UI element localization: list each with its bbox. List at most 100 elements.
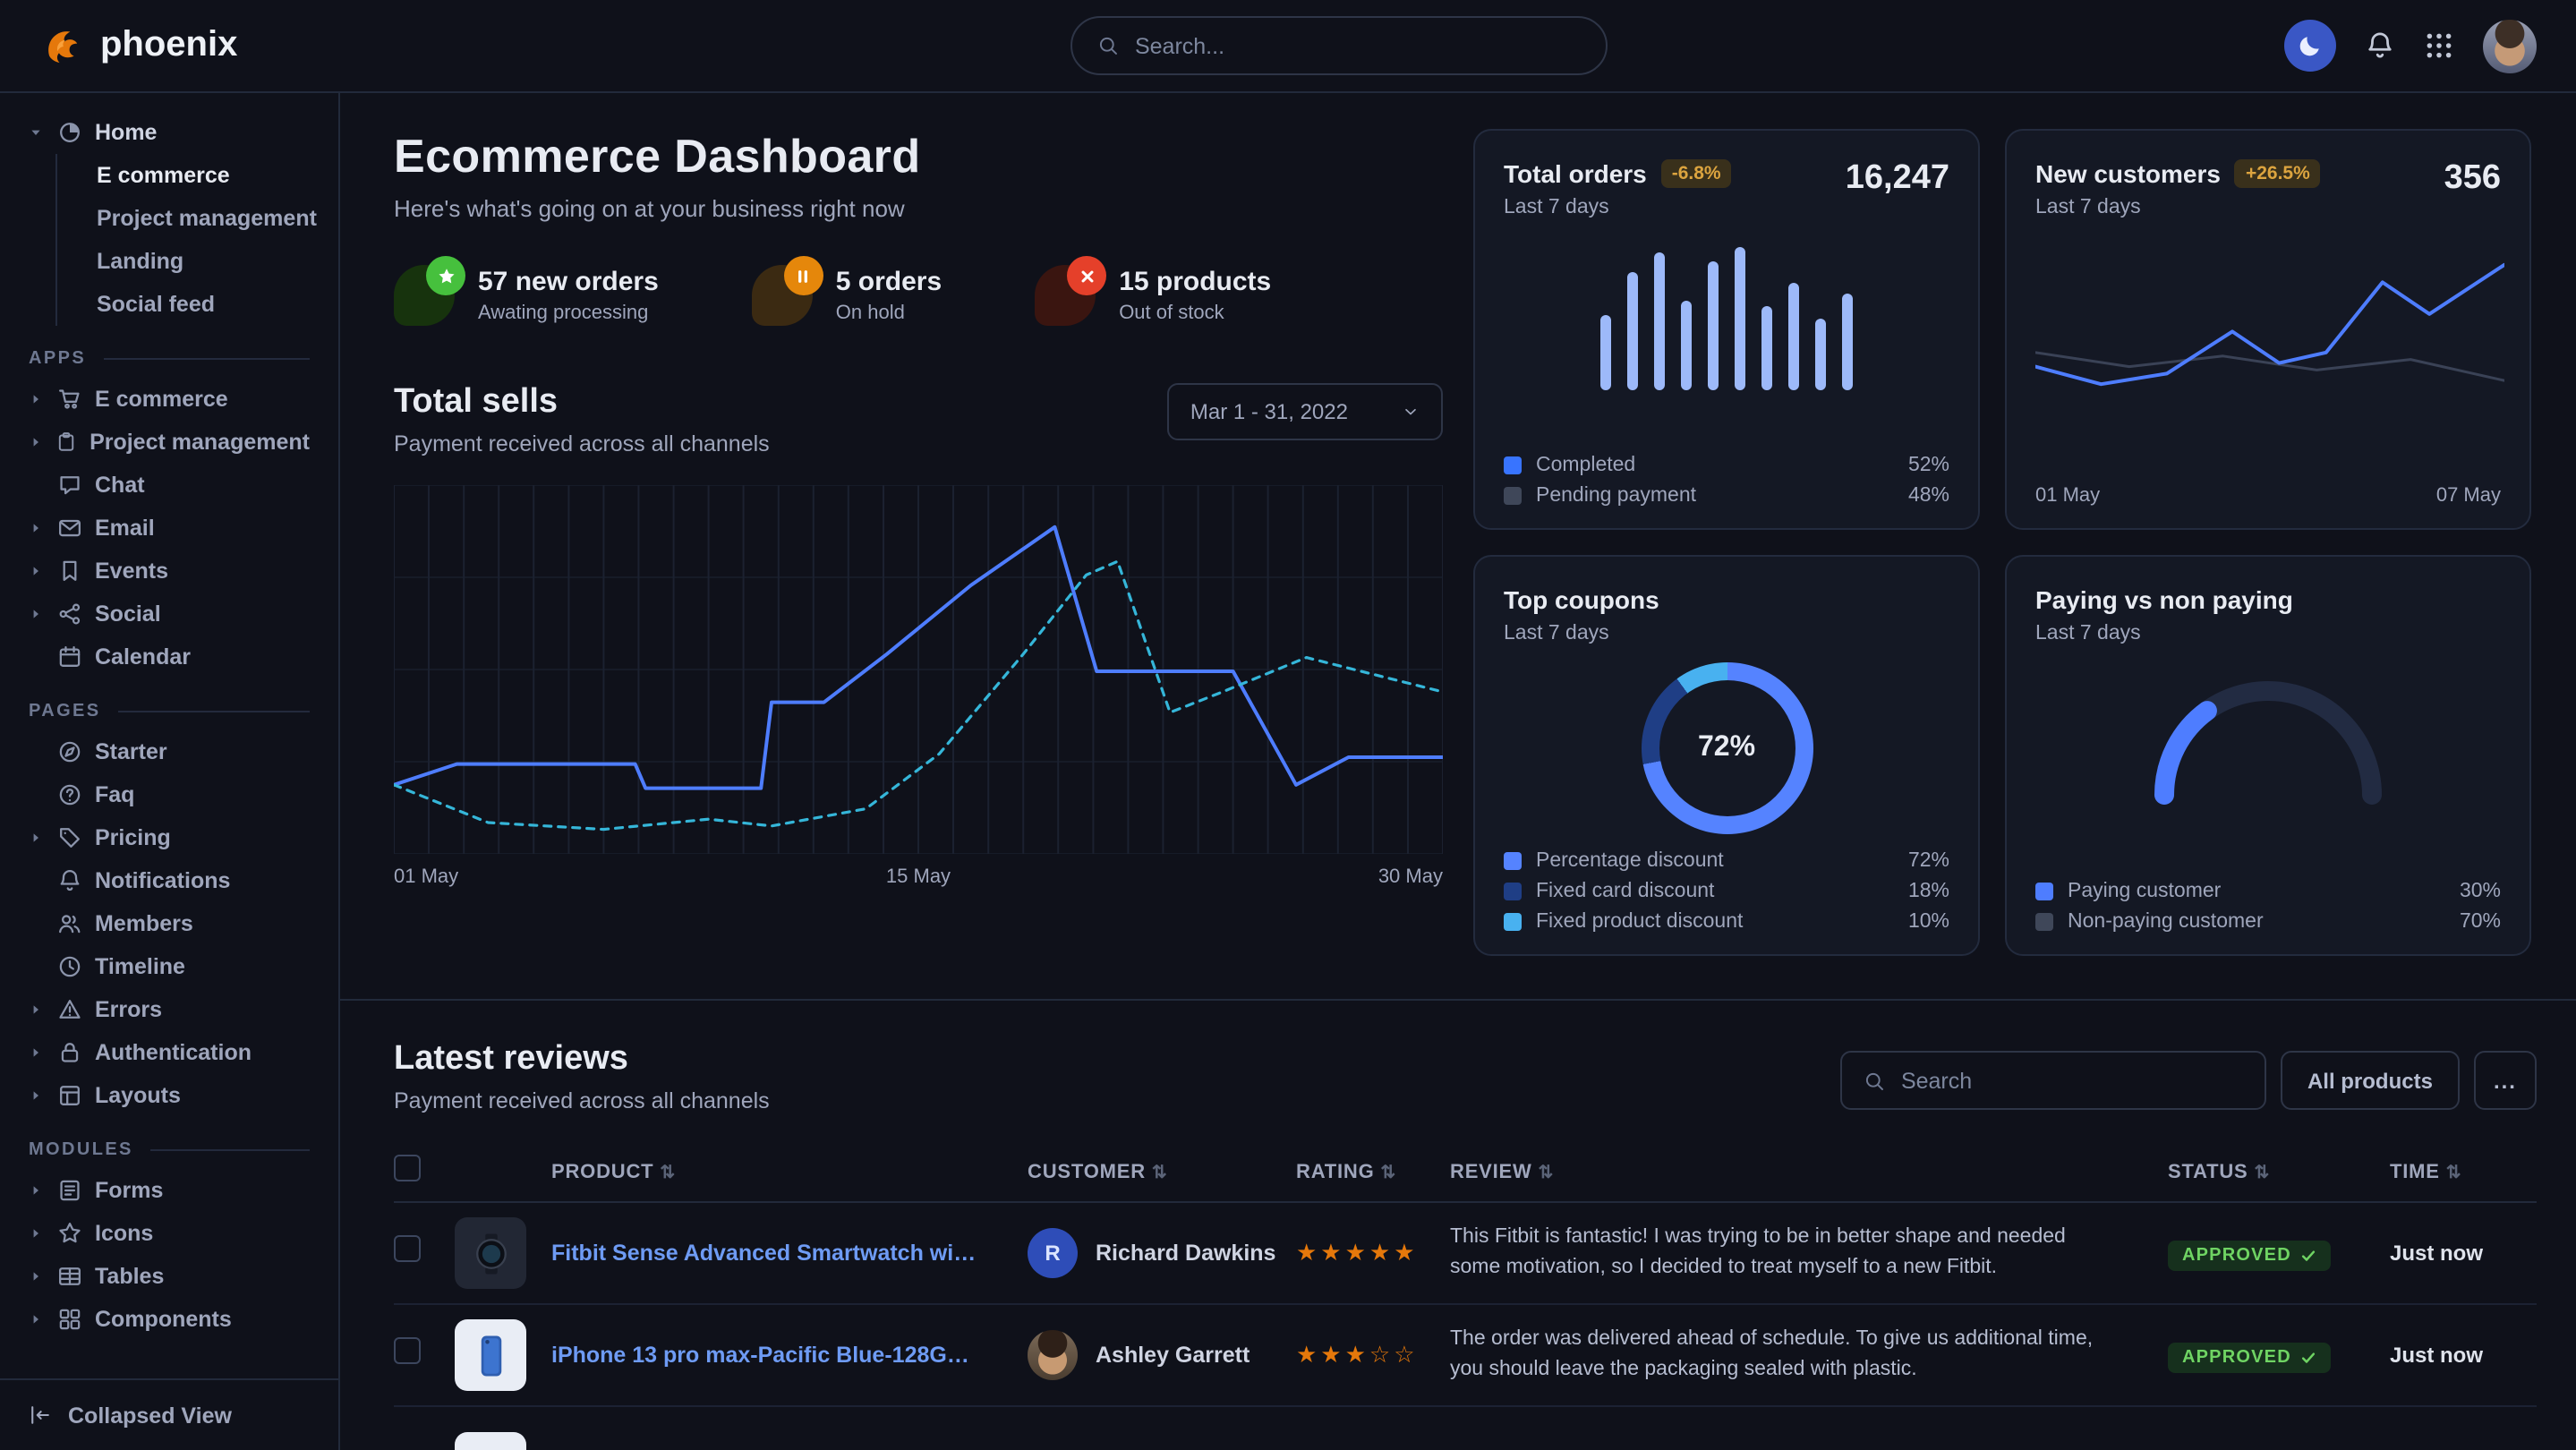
sidebar-item-label: Pricing [95,825,171,850]
caret-right-icon [29,1002,43,1017]
sidebar-item-pricing[interactable]: Pricing [18,816,320,859]
sidebar-item-home[interactable]: Home [18,111,320,154]
sidebar-item-components[interactable]: Components [18,1298,320,1341]
sidebar-item-label: Faq [95,782,134,807]
x-axis-label: 07 May [2436,485,2501,507]
sidebar-item-label: Forms [95,1178,163,1203]
sidebar-item-calendar[interactable]: Calendar [18,635,320,678]
sidebar-item-social-feed[interactable]: Social feed [57,283,320,326]
review-text: The order was delivered ahead of schedul… [1450,1325,2168,1386]
top-coupons-card: Top coupons Last 7 days 72% Percenta [1473,555,1980,956]
apps-grid-button[interactable] [2424,30,2454,61]
check-icon [2300,1247,2316,1263]
legend-value: 70% [2460,911,2501,933]
brand[interactable]: phoenix [39,23,237,68]
sidebar-item-project-management[interactable]: Project management [57,197,320,240]
sidebar-item-icons[interactable]: Icons [18,1212,320,1255]
table-icon [57,1264,82,1289]
stat-awating-processing: 57 new orders Awating processing [394,265,659,326]
sidebar-item-e-commerce[interactable]: E commerce [57,154,320,197]
total-orders-title: Total orders [1504,159,1647,188]
search-icon [1097,34,1119,57]
x-axis-label: 01 May [2035,485,2100,507]
review-row-partial[interactable] [394,1407,2537,1450]
reviews-search-input[interactable] [1901,1068,2243,1093]
status-badge: APPROVED [2168,1342,2331,1372]
review-row[interactable]: Fitbit Sense Advanced Smartwatch with To… [394,1203,2537,1305]
mail-icon [57,516,82,541]
column-header-product[interactable]: PRODUCT ⇅ [455,1161,1028,1182]
x-axis-label: 15 May [886,866,951,888]
sidebar-item-forms[interactable]: Forms [18,1169,320,1212]
sidebar-item-members[interactable]: Members [18,902,320,945]
product-link[interactable]: iPhone 13 pro max-Pacific Blue-128GB sto… [551,1343,981,1368]
sidebar-item-label: Icons [95,1221,153,1246]
select-all-checkbox[interactable] [394,1154,421,1181]
user-avatar[interactable] [2483,19,2537,72]
sidebar-item-chat[interactable]: Chat [18,464,320,507]
sidebar-item-tables[interactable]: Tables [18,1255,320,1298]
grid-icon [2424,30,2454,61]
review-row[interactable]: iPhone 13 pro max-Pacific Blue-128GB sto… [394,1305,2537,1407]
paying-gauge-chart [2134,659,2402,809]
caret-right-icon [29,1312,43,1326]
column-header-status[interactable]: STATUS ⇅ [2168,1161,2390,1182]
rating-stars: ★★★☆☆ [1296,1341,1450,1369]
check-icon [2300,1349,2316,1365]
sidebar-item-faq[interactable]: Faq [18,773,320,816]
topbar-search[interactable] [1070,16,1608,75]
customer-name: Ashley Garrett [1096,1343,1250,1368]
notifications-button[interactable] [2365,30,2395,61]
reviews-search[interactable] [1840,1051,2266,1110]
sidebar-item-layouts[interactable]: Layouts [18,1074,320,1117]
caret-right-icon [29,1269,43,1284]
row-checkbox[interactable] [394,1337,421,1364]
sidebar: HomeE commerceProject managementLandingS… [0,93,340,1450]
sidebar-item-label: Events [95,559,168,584]
more-options-button[interactable]: ... [2474,1051,2537,1110]
date-range-select[interactable]: Mar 1 - 31, 2022 [1167,383,1443,440]
stat-value: 57 new orders [478,267,659,297]
sidebar-item-events[interactable]: Events [18,550,320,593]
total-orders-value: 16,247 [1846,159,1949,199]
help-icon [57,782,82,807]
legend-swatch [1504,487,1522,505]
sidebar-item-timeline[interactable]: Timeline [18,945,320,988]
sidebar-item-label: Layouts [95,1083,181,1108]
product-link[interactable]: Fitbit Sense Advanced Smartwatch with To… [551,1241,981,1266]
sidebar-nav: HomeE commerceProject managementLandingS… [0,111,338,1378]
column-header-review[interactable]: REVIEW ⇅ [1450,1161,2168,1182]
pie-chart-icon [57,120,82,145]
sidebar-item-errors[interactable]: Errors [18,988,320,1031]
brand-name: phoenix [100,25,237,66]
sort-icon: ⇅ [2254,1163,2270,1182]
column-header-customer[interactable]: CUSTOMER ⇅ [1028,1161,1296,1182]
search-input[interactable] [1135,33,1581,58]
bar [1627,273,1638,390]
column-header-rating[interactable]: RATING ⇅ [1296,1161,1450,1182]
sidebar-item-landing[interactable]: Landing [57,240,320,283]
sort-icon: ⇅ [660,1163,676,1182]
calendar-icon [57,644,82,670]
rating-stars: ★★★★★ [1296,1239,1450,1267]
new-customers-line-chart [2035,243,2504,444]
sidebar-item-social[interactable]: Social [18,593,320,635]
legend-swatch [1504,913,1522,931]
collapsed-view-button[interactable]: Collapsed View [0,1378,338,1450]
sidebar-item-email[interactable]: Email [18,507,320,550]
sidebar-item-e-commerce[interactable]: E commerce [18,378,320,421]
collapse-icon [29,1403,52,1427]
sidebar-item-starter[interactable]: Starter [18,730,320,773]
all-products-button[interactable]: All products [2281,1051,2460,1110]
sidebar-item-authentication[interactable]: Authentication [18,1031,320,1074]
column-header-time[interactable]: TIME ⇅ [2390,1161,2537,1182]
theme-toggle-button[interactable] [2284,20,2336,72]
collapsed-view-label: Collapsed View [68,1403,232,1428]
bar [1735,247,1745,390]
row-checkbox[interactable] [394,1235,421,1262]
bar [1681,300,1692,390]
sidebar-item-notifications[interactable]: Notifications [18,859,320,902]
nav-section-modules: MODULES [29,1140,310,1160]
product-thumbnail [455,1319,526,1391]
sidebar-item-project-management[interactable]: Project management [18,421,320,464]
